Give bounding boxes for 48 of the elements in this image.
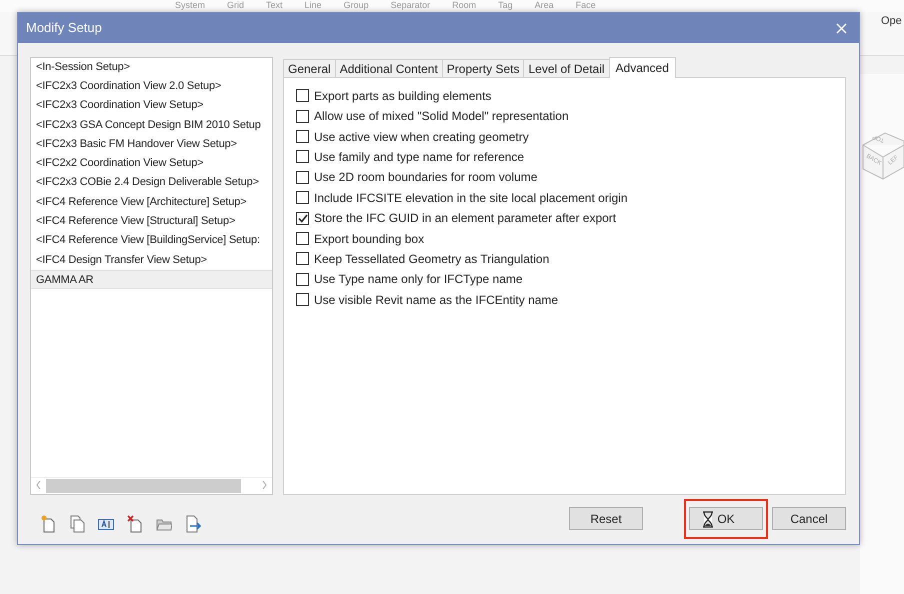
setup-item[interactable]: <IFC4 Design Transfer View Setup> — [31, 250, 272, 270]
export-document-icon[interactable] — [185, 515, 201, 534]
option-label[interactable]: Keep Tessellated Geometry as Triangulation — [314, 250, 550, 268]
checkbox[interactable] — [296, 89, 309, 102]
copy-documents-icon[interactable] — [69, 515, 85, 534]
checkbox[interactable] — [296, 130, 309, 144]
checkbox[interactable] — [296, 272, 309, 286]
checkbox[interactable] — [296, 293, 309, 306]
setup-item[interactable]: <IFC2x3 Coordination View Setup> — [31, 96, 272, 116]
setup-item[interactable]: <IFC2x2 Coordination View Setup> — [31, 154, 272, 174]
setup-item[interactable]: <IFC4 Reference View [Structural] Setup> — [31, 212, 272, 232]
setup-item[interactable]: <IFC2x3 GSA Concept Design BIM 2010 Setup — [31, 116, 272, 135]
option-label[interactable]: Allow use of mixed "Solid Model" representation — [314, 107, 569, 126]
checkbox[interactable] — [296, 191, 309, 204]
checkbox[interactable] — [296, 150, 309, 164]
setup-item[interactable]: <IFC2x3 Coordination View 2.0 Setup> — [31, 76, 272, 96]
option-label[interactable]: Export parts as building elements — [314, 86, 492, 105]
checkbox[interactable] — [296, 212, 309, 225]
close-icon — [836, 23, 847, 34]
setup-item[interactable]: <IFC4 Reference View [Architecture] Setup> — [31, 192, 272, 212]
setup-item[interactable]: GAMMA AR — [31, 270, 272, 290]
checkbox[interactable] — [296, 232, 309, 246]
setup-item[interactable]: <In-Session Setup> — [31, 58, 272, 77]
option-label[interactable]: Store the IFC GUID in an element parameter after export — [314, 209, 616, 228]
menu-item[interactable]: Ope — [881, 13, 902, 30]
option-label[interactable]: Use family and type name for reference — [314, 148, 524, 166]
setup-item[interactable]: <IFC4 Reference View [BuildingService] Setup: — [31, 231, 272, 251]
checkbox[interactable] — [296, 252, 309, 266]
tab[interactable]: Property Sets — [442, 58, 524, 78]
delete-document-icon[interactable] — [127, 515, 143, 534]
dialog-button[interactable]: OK — [689, 507, 763, 530]
dialog-button[interactable]: Reset — [569, 507, 643, 530]
option-label[interactable]: Export bounding box — [314, 230, 424, 248]
tab[interactable]: General — [283, 58, 336, 78]
option-label[interactable]: Use active view when creating geometry — [314, 128, 529, 146]
setup-item[interactable]: <IFC2x3 Basic FM Handover View Setup> — [31, 134, 272, 154]
window-title: Modify Setup — [26, 19, 102, 38]
option-label[interactable]: Use visible Revit name as the IFCEntity name — [314, 290, 558, 309]
tab[interactable]: Advanced — [608, 56, 676, 78]
dialog-button[interactable]: Cancel — [772, 507, 846, 530]
setup-item[interactable]: <IFC2x3 COBie 2.4 Design Deliverable Setup> — [31, 173, 272, 193]
checkbox[interactable] — [296, 170, 309, 184]
hourglass-cursor-icon — [702, 511, 714, 528]
option-label[interactable]: Use Type name only for IFCType name — [314, 270, 523, 288]
checkbox[interactable] — [296, 110, 309, 123]
option-label[interactable]: Include IFCSITE elevation in the site local placement origin — [314, 188, 628, 207]
option-label[interactable]: Use 2D room boundaries for room volume — [314, 168, 538, 186]
new-document-icon[interactable] — [40, 515, 56, 534]
